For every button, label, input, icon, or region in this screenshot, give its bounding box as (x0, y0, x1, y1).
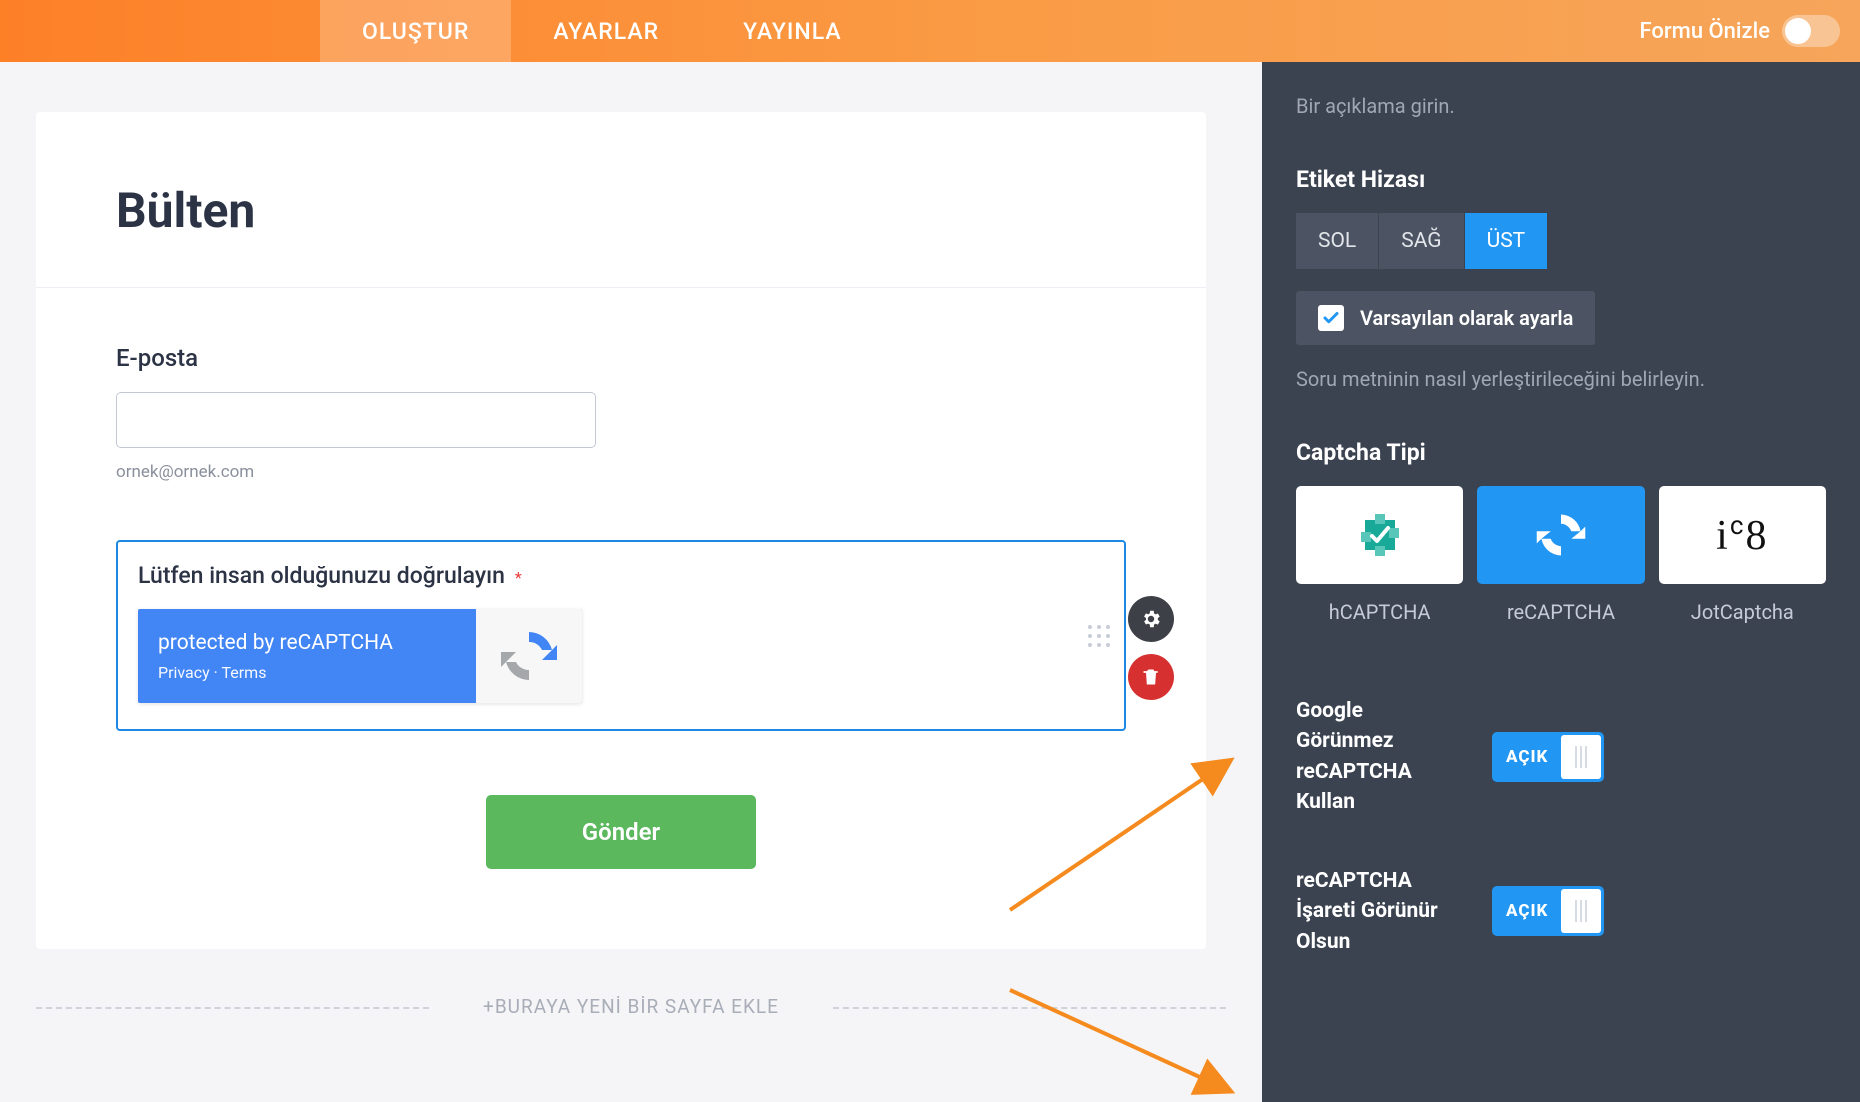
captcha-field-selected[interactable]: Lütfen insan olduğunuzu doğrulayın * pro… (116, 540, 1126, 731)
form-canvas: Bülten E-posta ornek@ornek.com Lütfen in… (0, 62, 1262, 1102)
captcha-type-options: ic8 (1296, 486, 1826, 584)
email-input[interactable] (116, 392, 596, 448)
description-placeholder[interactable]: Bir açıklama girin. (1296, 94, 1826, 118)
label-jotcaptcha: JotCaptcha (1659, 600, 1826, 624)
workspace: Bülten E-posta ornek@ornek.com Lütfen in… (0, 62, 1860, 1102)
main-tabs: OLUŞTUR AYARLAR YAYINLA (320, 0, 884, 62)
toggle-on-text: AÇIK (1506, 747, 1548, 767)
gear-icon (1140, 608, 1162, 630)
form-title[interactable]: Bülten (116, 182, 1126, 239)
field-delete-button[interactable] (1128, 654, 1174, 700)
toggle-on-text-2: AÇIK (1506, 901, 1548, 921)
trash-icon (1141, 666, 1161, 688)
recaptcha-badge-visible-toggle[interactable]: AÇIK (1492, 886, 1604, 936)
label-align-heading: Etiket Hizası (1296, 166, 1826, 193)
captcha-type-hcaptcha[interactable] (1296, 486, 1463, 584)
align-top-button[interactable]: ÜST (1465, 213, 1548, 269)
email-label: E-posta (116, 344, 1126, 372)
recaptcha-line1: protected by reCAPTCHA (158, 631, 476, 655)
recaptcha-icon (476, 609, 582, 703)
invisible-recaptcha-toggle[interactable]: AÇIK (1492, 732, 1604, 782)
submit-button[interactable]: Gönder (486, 795, 756, 869)
tab-publish[interactable]: YAYINLA (701, 0, 884, 62)
captcha-type-labels: hCAPTCHA reCAPTCHA JotCaptcha (1296, 600, 1826, 624)
top-navbar: OLUŞTUR AYARLAR YAYINLA Formu Önizle (0, 0, 1860, 62)
annotation-arrow-2 (1000, 972, 1240, 1102)
drag-handle[interactable] (1088, 625, 1110, 647)
captcha-type-jotcaptcha[interactable]: ic8 (1659, 486, 1826, 584)
label-align-segmented: SOL SAĞ ÜST (1296, 213, 1547, 269)
set-default-checkbox[interactable]: Varsayılan olarak ayarla (1296, 291, 1595, 345)
add-new-page[interactable]: +BURAYA YENİ BİR SAYFA EKLE (36, 995, 1226, 1018)
invisible-recaptcha-row: Google Görünmez reCAPTCHA Kullan AÇIK (1296, 696, 1826, 818)
recaptcha-icon (1533, 507, 1589, 563)
align-right-button[interactable]: SAĞ (1379, 213, 1464, 269)
captcha-type-heading: Captcha Tipi (1296, 439, 1826, 466)
preview-toggle[interactable] (1782, 15, 1840, 47)
set-default-label: Varsayılan olarak ayarla (1360, 306, 1573, 330)
recaptcha-text: protected by reCAPTCHA Privacy · Terms (138, 609, 476, 703)
required-star: * (515, 568, 522, 587)
email-helper: ornek@ornek.com (116, 462, 1126, 482)
invisible-recaptcha-label: Google Görünmez reCAPTCHA Kullan (1296, 696, 1456, 818)
form-header: Bülten (36, 112, 1206, 288)
jotcaptcha-sample: ic8 (1716, 511, 1768, 560)
recaptcha-badge-visible-row: reCAPTCHA İşareti Görünür Olsun AÇIK (1296, 866, 1826, 957)
properties-panel: Bir açıklama girin. Etiket Hizası SOL SA… (1262, 62, 1860, 1102)
label-align-hint: Soru metninin nasıl yerleştirileceğini b… (1296, 367, 1826, 391)
email-field-wrap: E-posta ornek@ornek.com (116, 344, 1126, 482)
captcha-label: Lütfen insan olduğunuzu doğrulayın (138, 562, 505, 589)
label-recaptcha: reCAPTCHA (1477, 600, 1644, 624)
field-settings-button[interactable] (1128, 596, 1174, 642)
label-hcaptcha: hCAPTCHA (1296, 600, 1463, 624)
align-left-button[interactable]: SOL (1296, 213, 1379, 269)
hcaptcha-icon (1355, 510, 1405, 560)
toggle-knob (1561, 735, 1601, 779)
captcha-label-row: Lütfen insan olduğunuzu doğrulayın * (138, 562, 1104, 589)
preview-label: Formu Önizle (1640, 19, 1771, 44)
preview-form-control: Formu Önizle (1640, 0, 1841, 62)
tab-build[interactable]: OLUŞTUR (320, 0, 511, 62)
checkbox-icon (1318, 305, 1344, 331)
recaptcha-badge: protected by reCAPTCHA Privacy · Terms (138, 609, 582, 703)
toggle-knob-2 (1561, 889, 1601, 933)
recaptcha-line2[interactable]: Privacy · Terms (158, 663, 476, 682)
recaptcha-badge-visible-label: reCAPTCHA İşareti Görünür Olsun (1296, 866, 1456, 957)
field-side-actions (1128, 596, 1174, 700)
captcha-type-recaptcha[interactable] (1477, 486, 1644, 584)
tab-settings[interactable]: AYARLAR (511, 0, 701, 62)
form-card: Bülten E-posta ornek@ornek.com Lütfen in… (36, 112, 1206, 949)
form-body: E-posta ornek@ornek.com Lütfen insan old… (36, 288, 1206, 869)
